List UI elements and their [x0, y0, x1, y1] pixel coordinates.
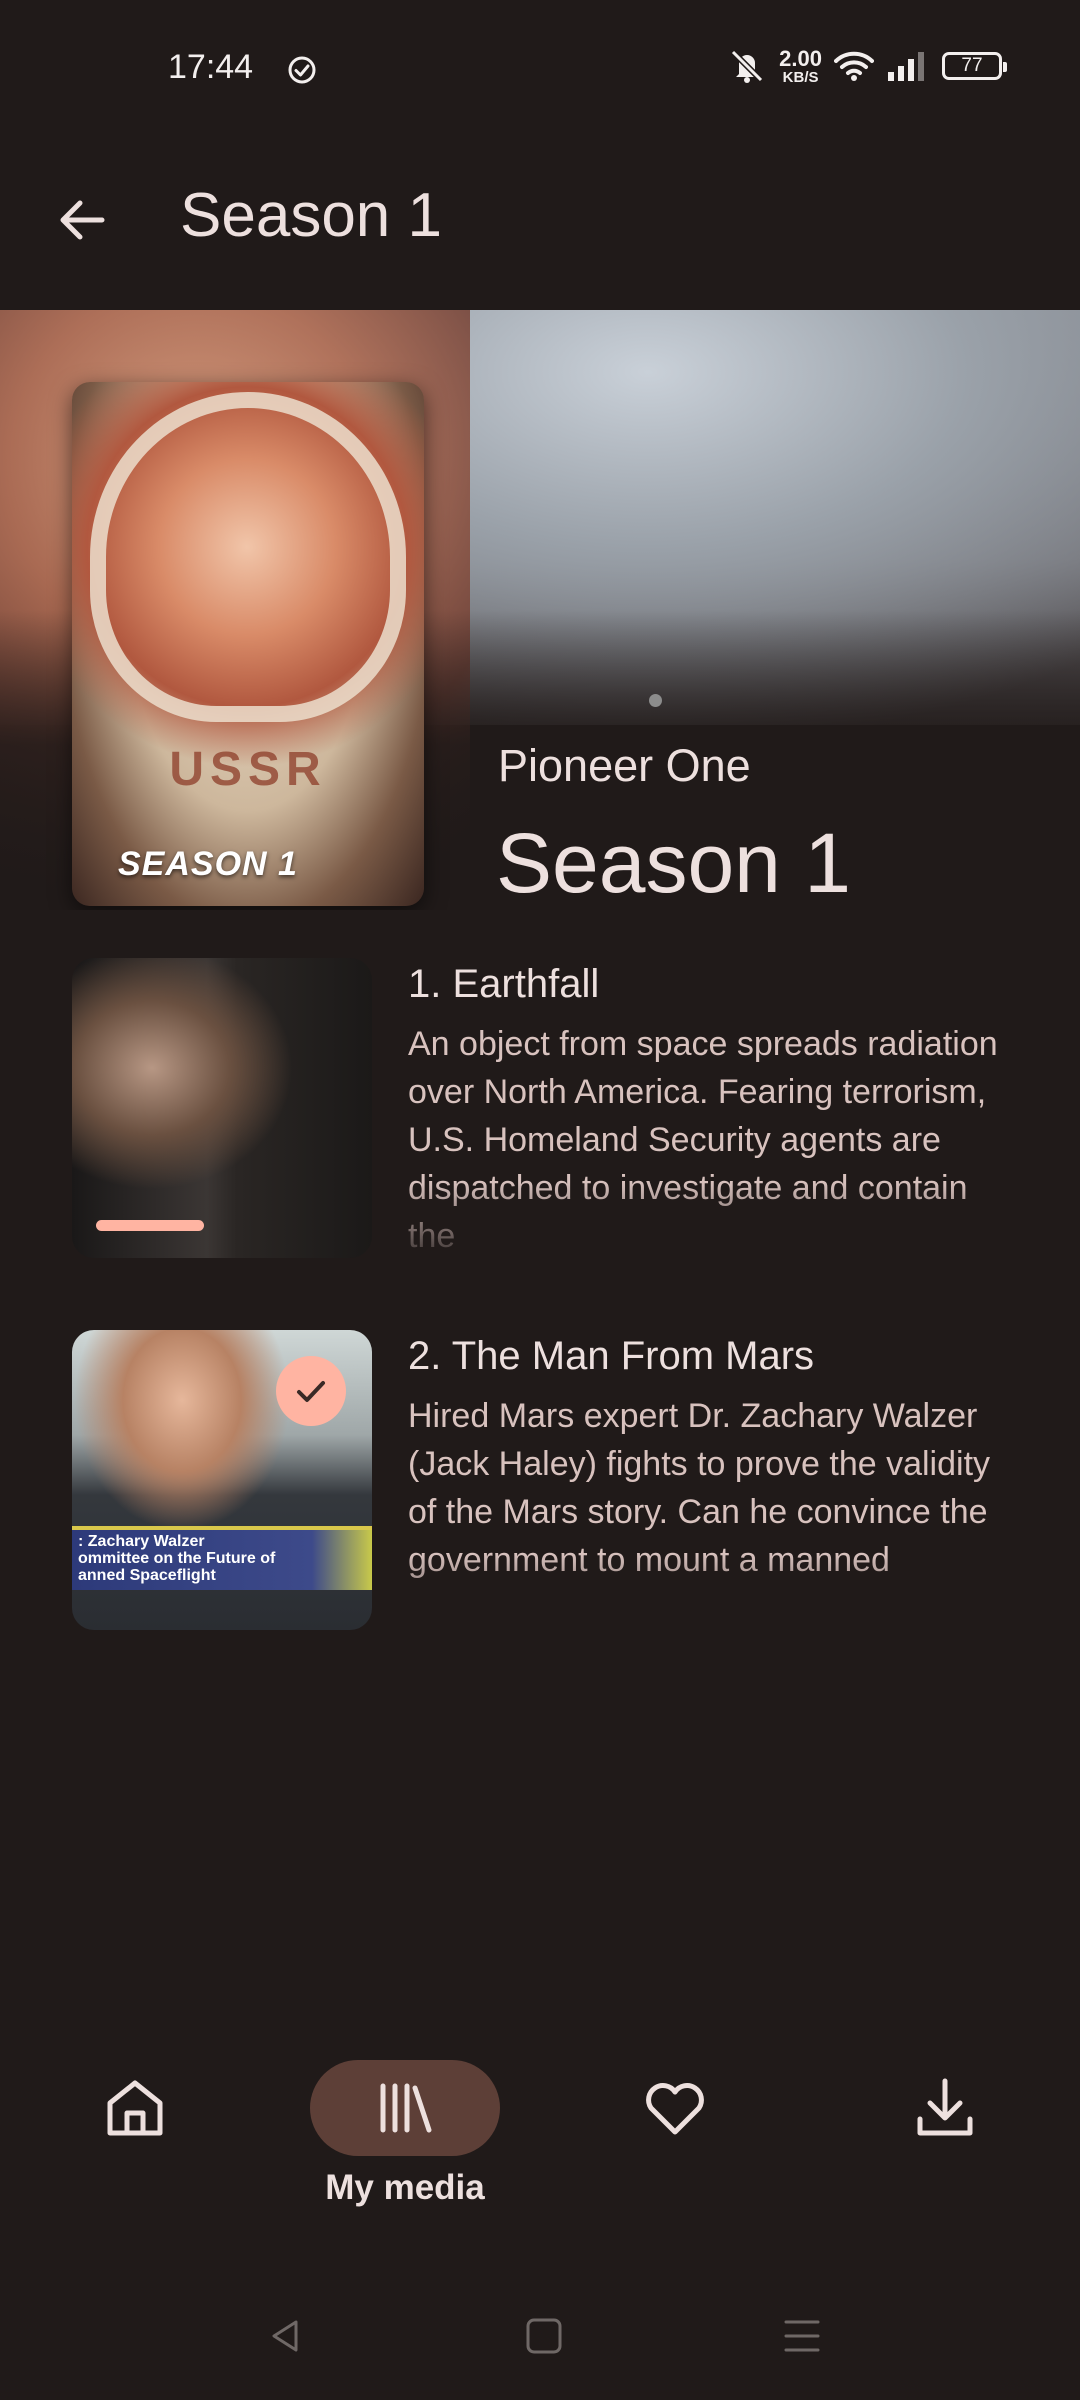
nav-favorites-pill[interactable] [580, 2060, 770, 2156]
episode-description: Hired Mars expert Dr. Zachary Walzer (Ja… [408, 1397, 991, 1579]
check-circle-icon [288, 56, 316, 84]
download-icon [917, 2078, 973, 2136]
nav-home-pill[interactable] [40, 2060, 230, 2156]
back-button[interactable] [42, 180, 122, 260]
network-speed: 2.00 KB/S [779, 45, 822, 86]
thumbnail-caption: : Zachary Walzer ommittee on the Future … [72, 1526, 372, 1590]
wifi-icon [834, 51, 874, 81]
season-poster[interactable]: USSR SEASON 1 [72, 382, 424, 906]
triangle-back-icon [272, 2320, 298, 2352]
mute-icon [731, 49, 764, 83]
menu-lines-icon [784, 2320, 820, 2352]
status-time: 17:44 [168, 48, 254, 86]
signal-icon [888, 52, 924, 81]
nav-downloads-pill[interactable] [850, 2060, 1040, 2156]
thumbnail-caption-line: ommittee on the Future of [78, 1550, 276, 1567]
arrow-back-icon [60, 200, 105, 240]
nav-my-media[interactable]: My media [310, 2060, 500, 2230]
poster-helmet-shape [90, 392, 406, 722]
thumbnail-caption-line: : Zachary Walzer [78, 1533, 205, 1550]
system-recents-button[interactable] [772, 2306, 832, 2366]
battery-level: 77 [961, 55, 983, 76]
poster-season-label: SEASON 1 [118, 845, 298, 883]
square-home-icon [526, 2318, 562, 2354]
home-icon [107, 2080, 163, 2136]
network-speed-unit: KB/S [782, 68, 819, 86]
watched-badge [276, 1356, 346, 1426]
heart-icon [646, 2083, 704, 2135]
system-home-button[interactable] [514, 2306, 574, 2366]
status-bar: 17:44 2.00 KB/S 77 [0, 0, 1080, 140]
system-navigation [0, 2286, 1080, 2386]
system-back-button[interactable] [256, 2306, 316, 2366]
status-icons: 2.00 KB/S 77 [727, 45, 1007, 86]
nav-my-media-label: My media [325, 2168, 485, 2207]
poster-helmet-text: USSR [169, 743, 327, 796]
season-title: Season 1 [496, 816, 851, 910]
episode-progress-bar [96, 1220, 204, 1231]
check-icon [297, 1381, 325, 1402]
bottom-navigation: My media [0, 2040, 1080, 2240]
nav-favorites[interactable] [580, 2060, 770, 2230]
season-hero: USSR SEASON 1 Pioneer One Season 1 [0, 310, 1080, 910]
nav-my-media-pill[interactable] [310, 2060, 500, 2156]
episode-thumbnail[interactable]: : Zachary Walzer ommittee on the Future … [72, 1330, 372, 1630]
episode-title: 2. The Man From Mars [408, 1334, 815, 1378]
episode-description: An object from space spreads radiation o… [408, 1025, 998, 1255]
network-speed-value: 2.00 [779, 45, 822, 71]
battery-icon: 77 [942, 52, 1007, 80]
nav-home[interactable] [40, 2060, 230, 2230]
top-app-bar: Season 1 [0, 140, 1080, 310]
episode-item[interactable]: 1. Earthfall An object from space spread… [72, 958, 1008, 1258]
episode-item[interactable]: : Zachary Walzer ommittee on the Future … [72, 1330, 1008, 1630]
page-title: Season 1 [180, 181, 442, 250]
series-name: Pioneer One [498, 740, 751, 791]
episode-thumbnail[interactable] [72, 958, 372, 1258]
thumbnail-caption-line: anned Spaceflight [78, 1567, 216, 1584]
carousel-indicator [649, 694, 662, 707]
episode-title: 1. Earthfall [408, 962, 600, 1006]
library-icon [380, 2083, 432, 2133]
nav-downloads[interactable] [850, 2060, 1040, 2230]
